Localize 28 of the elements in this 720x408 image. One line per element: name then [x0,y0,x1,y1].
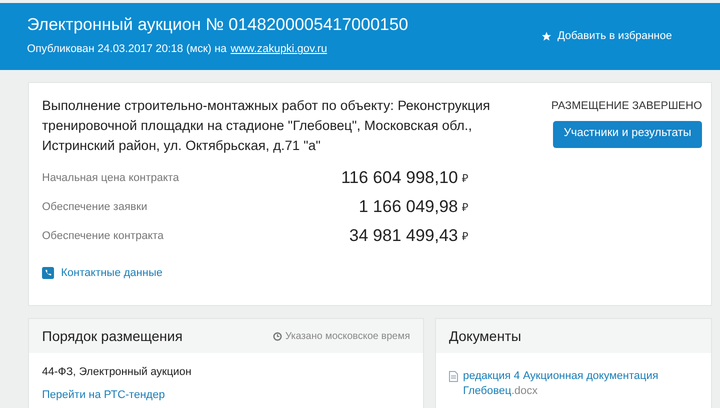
purchase-description: Выполнение строительно-монтажных работ по объекту: Реконструкция тренировочной площадки на стадионе "Глебовец", Московская обл., Истринский район, ул. Октябрьская, д.71 "а" [42,97,492,155]
amount-label: Обеспечение заявки [42,200,148,215]
document-link[interactable]: редакция 4 Аукционная документация Глебовец.docx [463,369,673,399]
amount-value: 34 981 499,43 [348,225,458,248]
published-text: Опубликован 24.03.2017 20:18 (мск) на [27,42,227,58]
currency-sign: ₽ [462,230,468,246]
amount-value: 1 166 049,98 [358,196,458,218]
status-label: РАЗМЕЩЕНИЕ ЗАВЕРШЕНО [551,99,702,114]
contacts-link[interactable]: Контактные данные [42,265,698,282]
card-title: Порядок размещения [42,326,183,346]
card-title: Документы [449,326,522,346]
results-button[interactable]: Участники и результаты [553,120,702,148]
clock-icon [273,332,282,340]
file-extension: .docx [511,385,538,397]
time-note: Указано московское время [273,328,410,344]
page-title: Электронный аукцион № 0148200005417000150 [27,15,408,36]
currency-sign: ₽ [462,201,468,216]
document-icon [449,371,458,382]
site-link[interactable]: www.zakupki.gov.ru [230,41,328,58]
currency-sign: ₽ [462,172,468,188]
amount-label: Начальная цена контракта [42,170,180,186]
platform-link[interactable]: Перейти на РТС-тендер [42,386,410,403]
law-text: 44-ФЗ, Электронный аукцион [42,365,193,380]
favorite-button[interactable]: Добавить в избранное [541,28,672,45]
star-icon [541,31,552,42]
amount-label: Обеспечение контракта [42,228,165,244]
amount-value: 116 604 998,10 [340,167,458,190]
phone-icon [42,267,54,280]
